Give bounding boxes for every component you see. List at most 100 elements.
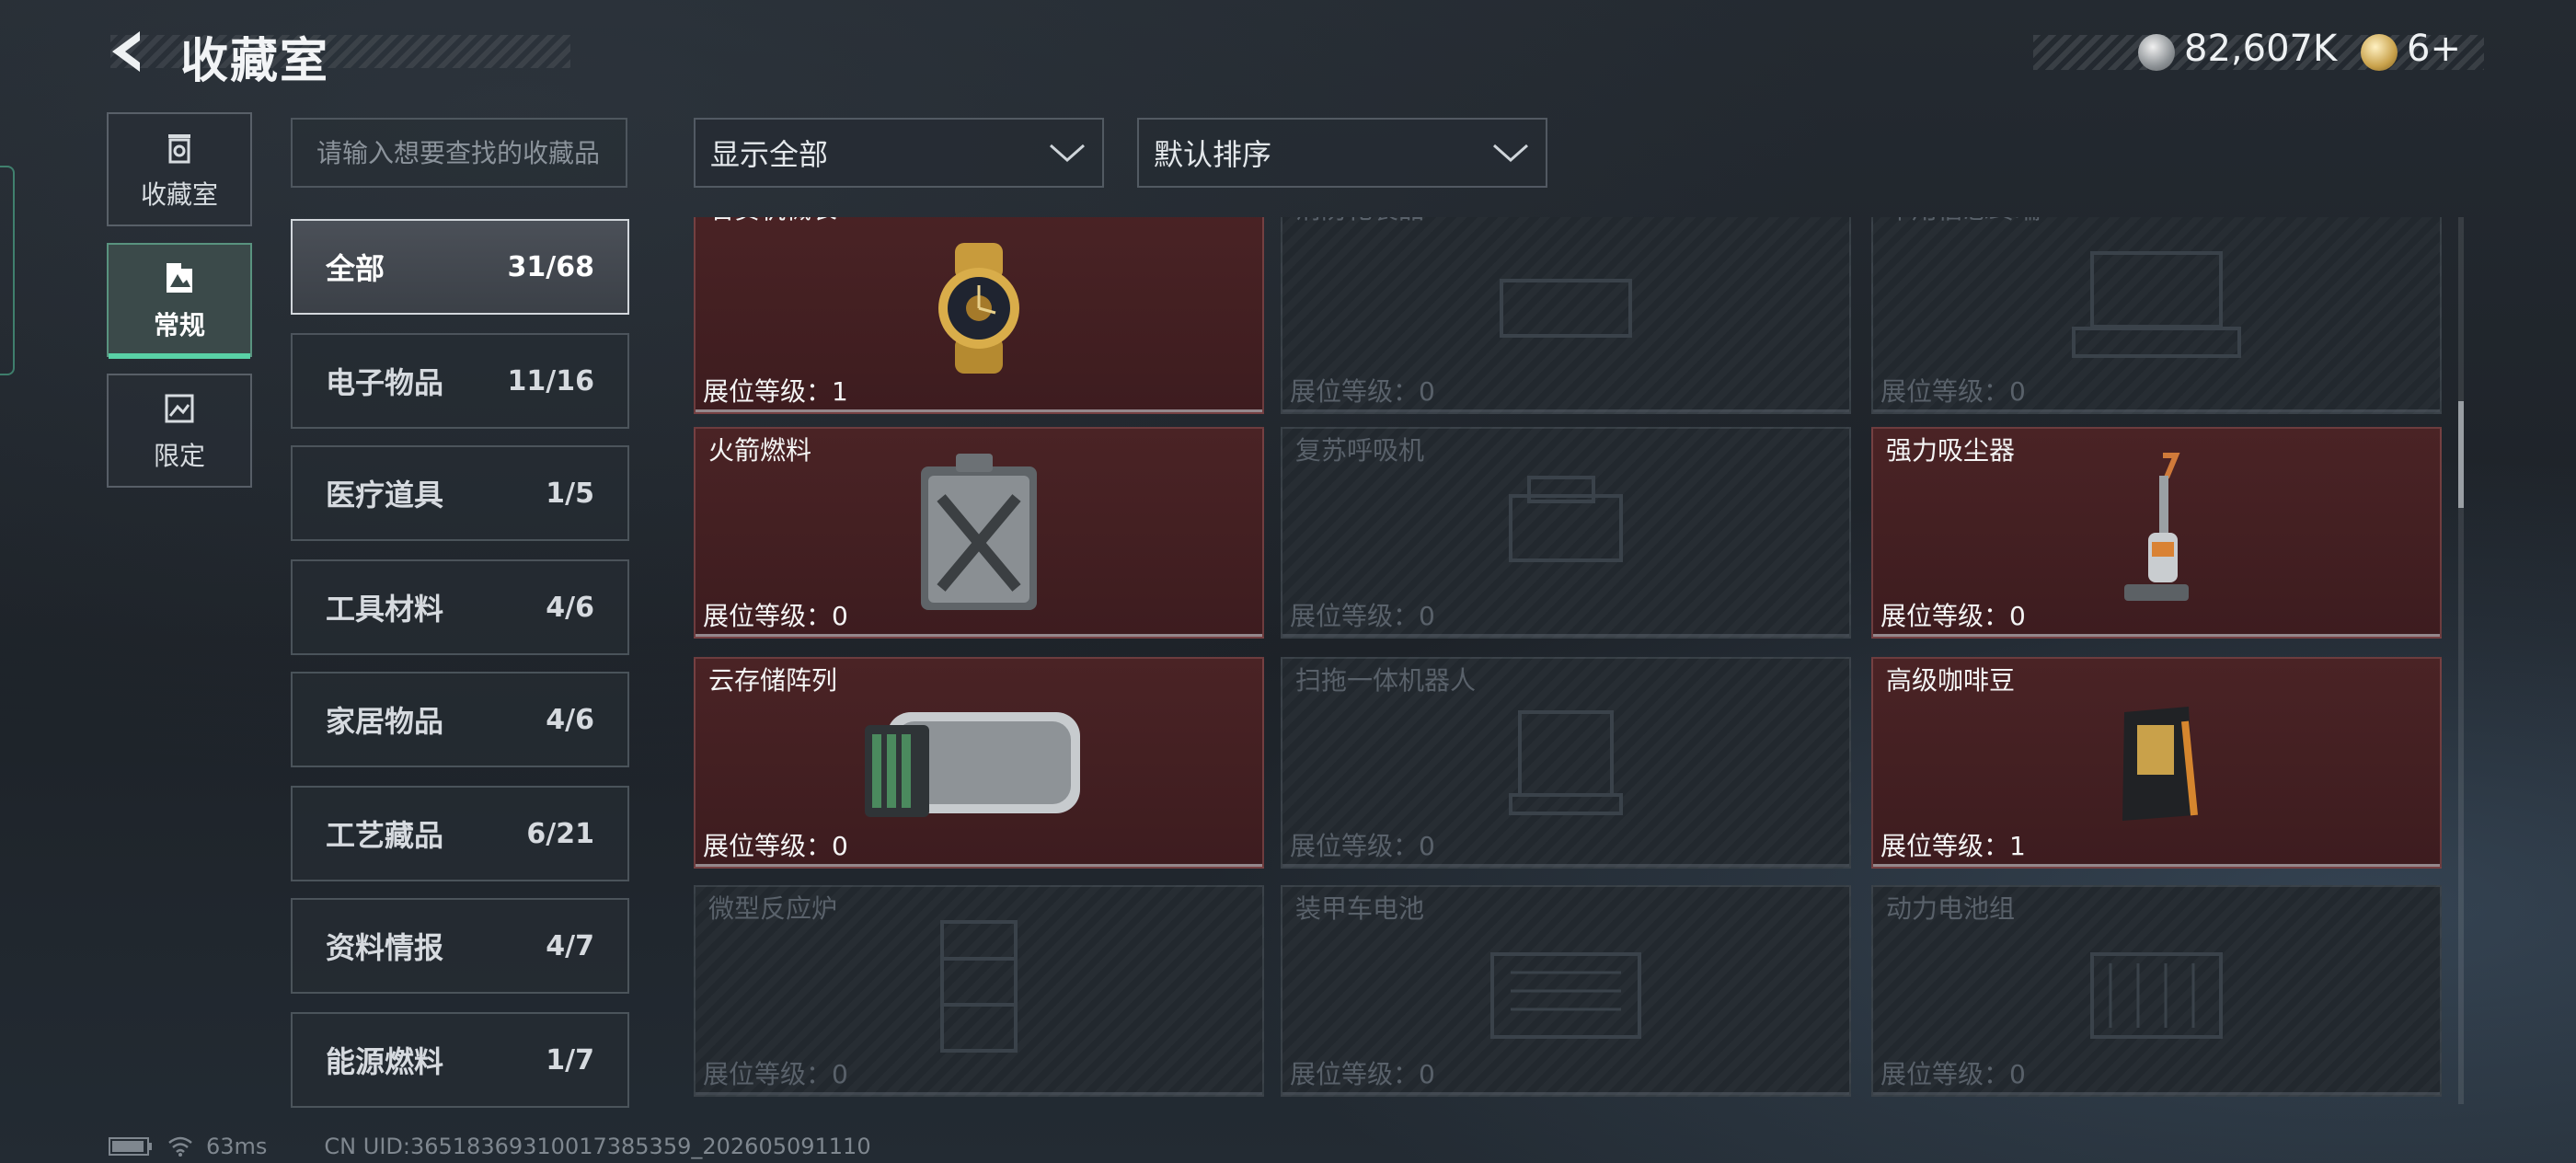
level-prefix: 展位等级： — [1880, 601, 2010, 631]
category-tools[interactable]: 工具材料 4/6 — [291, 559, 629, 655]
item-name: 云存储阵列 — [708, 665, 838, 696]
tab-label: 限定 — [153, 441, 205, 471]
search-input[interactable] — [291, 118, 627, 188]
category-crafts[interactable]: 工艺藏品 6/21 — [291, 786, 629, 881]
booth-level: 展位等级：0 — [1880, 372, 2026, 409]
level-prefix: 展位等级： — [1290, 376, 1420, 407]
level-prefix: 展位等级： — [1880, 831, 2010, 861]
collection-card[interactable]: 火箭燃料 展位等级：0 — [694, 427, 1264, 639]
category-household[interactable]: 家居物品 4/6 — [291, 672, 629, 767]
level-prefix: 展位等级： — [1880, 376, 2010, 407]
card-bottom-bar — [1873, 409, 2440, 412]
card-bottom-bar — [1873, 634, 2440, 637]
filter-value: 显示全部 — [710, 137, 829, 172]
collection-card[interactable]: 扫拖一体机器人 展位等级：0 — [1281, 657, 1851, 869]
sort-dropdown[interactable]: 默认排序 — [1137, 118, 1547, 188]
collection-card[interactable]: 高级咖啡豆 展位等级：1 — [1871, 657, 2442, 869]
item-name: 火箭燃料 — [708, 435, 812, 466]
category-name: 能源燃料 — [326, 1044, 444, 1079]
booth-level: 展位等级：0 — [703, 596, 848, 633]
category-count: 31/68 — [507, 250, 594, 283]
category-name: 工具材料 — [326, 592, 444, 627]
level-prefix: 展位等级： — [1290, 601, 1420, 631]
category-name: 医疗道具 — [326, 478, 444, 512]
item-name: 复苏呼吸机 — [1295, 435, 1425, 466]
trash-bin-icon — [168, 134, 190, 164]
booth-level: 展位等级：0 — [1290, 1054, 1435, 1091]
collection-card[interactable]: 强力吸尘器 展位等级：0 — [1871, 427, 2442, 639]
robot-mop-silhouette-icon — [1509, 710, 1623, 815]
collection-card[interactable]: 云存储阵列 展位等级：0 — [694, 657, 1264, 869]
booth-level: 展位等级：0 — [1290, 372, 1435, 409]
jerrycan-icon — [921, 454, 1037, 610]
collection-card[interactable]: 装甲车电池 展位等级：0 — [1281, 885, 1851, 1097]
category-count: 1/7 — [546, 1043, 594, 1077]
level-value: 0 — [832, 601, 848, 631]
silver-coin-icon — [2138, 34, 2175, 71]
card-bottom-bar — [1282, 409, 1849, 412]
filter-dropdown[interactable]: 显示全部 — [694, 118, 1104, 188]
category-intel[interactable]: 资料情报 4/7 — [291, 898, 629, 994]
booth-level: 展位等级：1 — [1880, 826, 2026, 863]
collection-card[interactable]: 名贵机械表 展位等级：1 — [694, 217, 1264, 414]
level-value: 0 — [2009, 601, 2026, 631]
level-prefix: 展位等级： — [703, 376, 833, 407]
chevron-down-icon — [1493, 144, 1528, 163]
side-panel-handle[interactable] — [0, 166, 15, 375]
scrollbar-track[interactable] — [2458, 217, 2464, 1104]
level-value: 1 — [2009, 831, 2026, 861]
category-all[interactable]: 全部 31/68 — [291, 219, 629, 315]
collection-card[interactable]: 军用信息终端 展位等级：0 — [1871, 217, 2442, 414]
sort-value: 默认排序 — [1154, 137, 1272, 172]
collection-grid: 名贵机械表 展位等级：1 消防化装品 展位等级：0 军用信息终端 展位等级：0 … — [694, 217, 2442, 1104]
chevron-down-icon — [1050, 144, 1085, 163]
uid-text: CN UID:36518369310017385359_202605091110 — [324, 1134, 871, 1159]
category-count: 1/5 — [546, 477, 594, 510]
back-button[interactable] — [103, 26, 155, 77]
vacuum-cleaner-icon — [2124, 453, 2189, 601]
tab-limited[interactable]: 限定 — [107, 374, 252, 488]
status-footer: 63ms CN UID:36518369310017385359_2026050… — [109, 1134, 871, 1159]
card-bottom-bar — [1282, 634, 1849, 637]
coffee-bag-icon — [2122, 707, 2198, 821]
card-bottom-bar — [1873, 864, 2440, 867]
booth-level: 展位等级：0 — [703, 826, 848, 863]
level-value: 1 — [832, 376, 848, 407]
scrollbar-thumb[interactable] — [2458, 401, 2464, 508]
level-prefix: 展位等级： — [703, 1059, 833, 1089]
level-value: 0 — [2009, 376, 2026, 407]
level-prefix: 展位等级： — [1290, 831, 1420, 861]
item-name: 消防化装品 — [1295, 217, 1424, 226]
category-name: 全部 — [326, 251, 385, 286]
tab-collection-room[interactable]: 收藏室 — [107, 112, 252, 226]
device-silhouette-icon — [1500, 279, 1632, 338]
booth-level: 展位等级：0 — [703, 1054, 848, 1091]
item-name: 微型反应炉 — [708, 893, 838, 924]
category-electronics[interactable]: 电子物品 11/16 — [291, 333, 629, 429]
item-name: 扫拖一体机器人 — [1295, 665, 1477, 696]
collection-card[interactable]: 微型反应炉 展位等级：0 — [694, 885, 1264, 1097]
category-name: 资料情报 — [326, 930, 444, 965]
collection-card[interactable]: 消防化装品 展位等级：0 — [1281, 217, 1851, 414]
tab-label: 收藏室 — [140, 179, 218, 210]
collection-card[interactable]: 动力电池组 展位等级：0 — [1871, 885, 2442, 1097]
card-bottom-bar — [696, 634, 1262, 637]
level-value: 0 — [832, 1059, 848, 1089]
category-name: 电子物品 — [326, 365, 444, 400]
card-bottom-bar — [696, 864, 1262, 867]
laptop-silhouette-icon — [2072, 251, 2241, 358]
category-energy[interactable]: 能源燃料 1/7 — [291, 1012, 629, 1108]
ventilator-silhouette-icon — [1509, 476, 1623, 562]
category-medical[interactable]: 医疗道具 1/5 — [291, 445, 629, 541]
level-prefix: 展位等级： — [703, 601, 833, 631]
collection-card[interactable]: 复苏呼吸机 展位等级：0 — [1281, 427, 1851, 639]
wifi-icon — [168, 1136, 192, 1157]
level-prefix: 展位等级： — [1880, 1059, 2010, 1089]
level-value: 0 — [832, 831, 848, 861]
category-count: 4/6 — [546, 703, 594, 736]
tab-regular[interactable]: 常规 — [107, 243, 252, 359]
item-name: 强力吸尘器 — [1886, 435, 2016, 466]
item-name: 军用信息终端 — [1886, 217, 2041, 226]
category-name: 工艺藏品 — [326, 818, 444, 853]
tab-label: 常规 — [153, 310, 205, 340]
